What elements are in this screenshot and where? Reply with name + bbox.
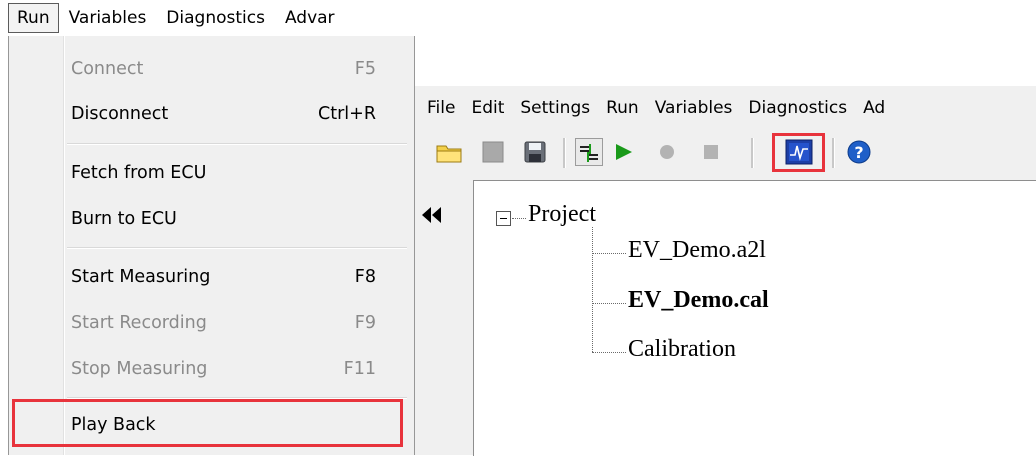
tree-connector	[592, 352, 626, 353]
stop-icon[interactable]	[697, 138, 725, 166]
menu-item-label: Connect	[71, 59, 144, 79]
menu-advanced[interactable]: Advar	[275, 4, 345, 32]
tree-connector	[512, 218, 526, 219]
menu-diagnostics[interactable]: Diagnostics	[740, 94, 855, 122]
menu-item-fetch-from-ecu[interactable]: Fetch from ECU	[9, 150, 412, 196]
collapse-panel-icon[interactable]	[419, 204, 445, 226]
tree-connector	[592, 227, 593, 352]
open-folder-icon[interactable]	[435, 138, 463, 166]
menu-item-burn-to-ecu[interactable]: Burn to ECU	[9, 196, 412, 242]
tree-node-project[interactable]: Project	[528, 201, 596, 228]
menu-run[interactable]: Run	[8, 3, 59, 33]
menu-item-shortcut: F5	[354, 59, 376, 79]
toolbar: ?	[415, 130, 1036, 172]
graph-viewer-highlight-box	[772, 133, 825, 172]
save-disk-icon[interactable]	[521, 138, 549, 166]
svg-text:?: ?	[854, 143, 863, 162]
record-icon[interactable]	[653, 138, 681, 166]
application-window: File Edit Settings Run Variables Diagnos…	[415, 86, 1036, 456]
menu-run[interactable]: Run	[598, 94, 647, 122]
toolbar-separator	[832, 138, 835, 168]
play-icon[interactable]	[609, 138, 637, 166]
tree-collapse-icon[interactable]	[496, 211, 511, 226]
menu-item-label: Burn to ECU	[71, 209, 177, 229]
menu-item-shortcut: F9	[354, 313, 376, 333]
menu-diagnostics[interactable]: Diagnostics	[156, 4, 275, 32]
menu-item-label: Start Measuring	[71, 267, 211, 287]
menu-item-start-recording[interactable]: Start Recording F9	[9, 300, 412, 346]
menu-item-start-measuring[interactable]: Start Measuring F8	[9, 254, 412, 300]
tree-node-a2l-file[interactable]: EV_Demo.a2l	[628, 237, 766, 264]
tree-connector	[592, 303, 626, 304]
project-tree: Project EV_Demo.a2l EV_Demo.cal Calibrat…	[473, 180, 1036, 456]
menu-settings[interactable]: Settings	[512, 94, 598, 122]
connect-plug-icon[interactable]	[575, 138, 603, 166]
menu-file[interactable]: File	[419, 94, 463, 122]
menu-item-shortcut: F8	[354, 267, 376, 287]
menu-item-disconnect[interactable]: Disconnect Ctrl+R	[9, 91, 412, 137]
menu-item-label: Fetch from ECU	[71, 163, 207, 183]
menu-item-label: Start Recording	[71, 313, 207, 333]
menu-item-stop-measuring[interactable]: Stop Measuring F11	[9, 346, 412, 392]
toolbar-separator	[751, 138, 754, 168]
menu-item-label: Disconnect	[71, 104, 169, 124]
stop-gray-icon[interactable]	[479, 138, 507, 166]
menu-bar: Run Variables Diagnostics Advar	[0, 0, 415, 36]
play-back-highlight-box	[12, 399, 403, 447]
menu-variables[interactable]: Variables	[647, 94, 741, 122]
tree-node-cal-file[interactable]: EV_Demo.cal	[628, 287, 769, 314]
menu-bar: File Edit Settings Run Variables Diagnos…	[415, 86, 1036, 130]
menu-edit[interactable]: Edit	[463, 94, 512, 122]
menu-item-label: Stop Measuring	[71, 359, 208, 379]
run-dropdown-menu: Connect F5 Disconnect Ctrl+R Fetch from …	[8, 36, 415, 455]
menu-item-shortcut: F11	[343, 359, 376, 379]
menu-separator	[67, 247, 407, 249]
help-icon[interactable]: ?	[845, 138, 873, 166]
tree-node-calibration[interactable]: Calibration	[628, 336, 736, 363]
menu-separator	[67, 143, 407, 145]
menu-item-connect[interactable]: Connect F5	[9, 46, 412, 92]
menu-advanced[interactable]: Ad	[855, 94, 893, 122]
menu-variables[interactable]: Variables	[59, 4, 157, 32]
run-menu-panel: Run Variables Diagnostics Advar Connect …	[0, 0, 415, 455]
toolbar-separator	[563, 138, 566, 168]
tree-connector	[592, 253, 626, 254]
menu-item-shortcut: Ctrl+R	[318, 104, 376, 124]
